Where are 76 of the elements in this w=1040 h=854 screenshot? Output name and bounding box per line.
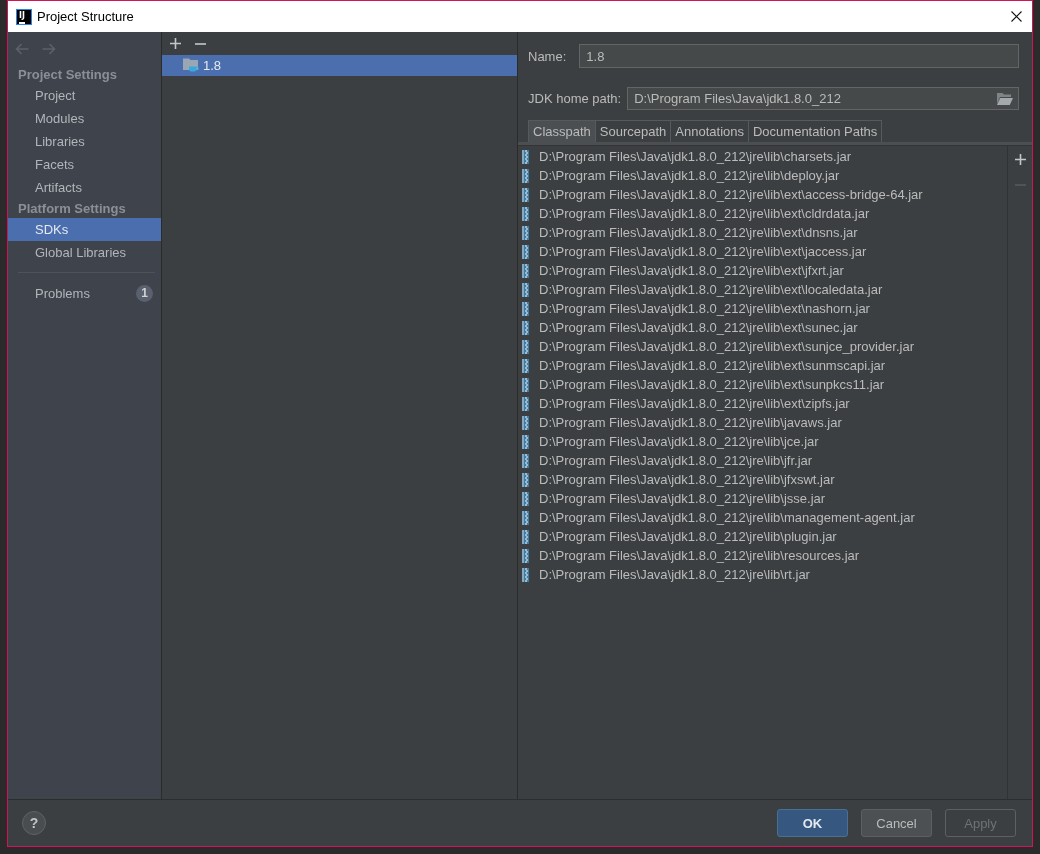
classpath-entry[interactable]: D:\Program Files\Java\jdk1.8.0_212\jre\lib\ext\localedata.jar	[539, 282, 883, 297]
classpath-entry[interactable]: D:\Program Files\Java\jdk1.8.0_212\jre\lib\rt.jar	[539, 567, 810, 582]
plus-icon[interactable]	[170, 38, 181, 49]
tab[interactable]: Sourcepath	[594, 120, 672, 142]
jar-file-icon	[522, 510, 529, 525]
jar-file-icon	[522, 225, 529, 240]
jar-file-icon	[522, 168, 529, 183]
classpath-entry[interactable]: D:\Program Files\Java\jdk1.8.0_212\jre\lib\jce.jar	[539, 434, 819, 449]
folder-icon[interactable]	[997, 92, 1013, 105]
jar-file-icon	[522, 263, 529, 278]
path-field[interactable]: D:\Program Files\Java\jdk1.8.0_212	[627, 87, 1019, 110]
section-header: Project Settings	[17, 66, 118, 84]
jar-file-icon	[522, 491, 529, 506]
classpath-entry[interactable]: D:\Program Files\Java\jdk1.8.0_212\jre\lib\ext\sunmscapi.jar	[539, 358, 886, 373]
classpath-entry[interactable]: D:\Program Files\Java\jdk1.8.0_212\jre\lib\ext\jaccess.jar	[539, 244, 867, 259]
help-button[interactable]: ?	[22, 811, 46, 835]
classpath-entry[interactable]: D:\Program Files\Java\jdk1.8.0_212\jre\lib\jsse.jar	[539, 491, 826, 506]
tab[interactable]: Documentation Paths	[748, 120, 883, 142]
classpath-entry[interactable]: D:\Program Files\Java\jdk1.8.0_212\jre\lib\ext\access-bridge-64.jar	[539, 187, 923, 202]
sidebar-item[interactable]: Problems 1	[8, 282, 161, 305]
jar-file-icon	[522, 206, 529, 221]
classpath-entry[interactable]: D:\Program Files\Java\jdk1.8.0_212\jre\lib\ext\sunpkcs11.jar	[539, 377, 885, 392]
minus-icon[interactable]	[195, 42, 206, 45]
classpath-entry[interactable]: D:\Program Files\Java\jdk1.8.0_212\jre\lib\javaws.jar	[539, 415, 842, 430]
jar-file-icon	[522, 377, 529, 392]
jar-file-icon	[522, 244, 529, 259]
jar-file-icon	[522, 282, 529, 297]
folder-icon	[183, 58, 199, 73]
sidebar-item[interactable]: Artifacts	[8, 176, 161, 199]
classpath-entry[interactable]: D:\Program Files\Java\jdk1.8.0_212\jre\lib\management-agent.jar	[539, 510, 915, 525]
jar-file-icon	[522, 434, 529, 449]
classpath-entry[interactable]: D:\Program Files\Java\jdk1.8.0_212\jre\lib\resources.jar	[539, 548, 860, 563]
jar-file-icon	[522, 453, 529, 468]
classpath-entry[interactable]: D:\Program Files\Java\jdk1.8.0_212\jre\lib\ext\jfxrt.jar	[539, 263, 844, 278]
sidebar-item[interactable]: Project	[8, 84, 161, 107]
classpath-entry[interactable]: D:\Program Files\Java\jdk1.8.0_212\jre\lib\ext\dnsns.jar	[539, 225, 858, 240]
jar-file-icon	[522, 358, 529, 373]
jar-file-icon	[522, 567, 529, 582]
jar-file-icon	[522, 149, 529, 164]
field-label: Name:	[528, 48, 567, 64]
classpath-entry[interactable]: D:\Program Files\Java\jdk1.8.0_212\jre\lib\jfr.jar	[539, 453, 813, 468]
classpath-entry[interactable]: D:\Program Files\Java\jdk1.8.0_212\jre\lib\ext\sunec.jar	[539, 320, 858, 335]
jar-file-icon	[522, 187, 529, 202]
window-title: Project Structure	[37, 9, 135, 24]
classpath-entry[interactable]: D:\Program Files\Java\jdk1.8.0_212\jre\lib\ext\cldrdata.jar	[539, 206, 870, 221]
plus-icon[interactable]	[1014, 154, 1026, 165]
sdk-tree-item[interactable]: 1.8	[162, 55, 517, 76]
app-logo: IJ	[16, 8, 32, 25]
jar-file-icon	[522, 396, 529, 411]
sidebar-item[interactable]: SDKs	[8, 218, 161, 241]
jar-file-icon	[522, 339, 529, 354]
dialog-button[interactable]: Cancel	[861, 809, 932, 837]
tab[interactable]: Classpath	[528, 120, 596, 142]
section-header: Platform Settings	[17, 200, 127, 218]
classpath-entry[interactable]: D:\Program Files\Java\jdk1.8.0_212\jre\lib\jfxswt.jar	[539, 472, 835, 487]
classpath-entry[interactable]: D:\Program Files\Java\jdk1.8.0_212\jre\lib\ext\zipfs.jar	[539, 396, 850, 411]
classpath-entry[interactable]: D:\Program Files\Java\jdk1.8.0_212\jre\lib\plugin.jar	[539, 529, 837, 544]
classpath-entry[interactable]: D:\Program Files\Java\jdk1.8.0_212\jre\lib\deploy.jar	[539, 168, 840, 183]
sidebar-item[interactable]: Modules	[8, 107, 161, 130]
jar-file-icon	[522, 472, 529, 487]
field-label: JDK home path:	[528, 91, 622, 106]
problem-count-badge: 1	[136, 285, 153, 302]
classpath-entry[interactable]: D:\Program Files\Java\jdk1.8.0_212\jre\lib\ext\sunjce_provider.jar	[539, 339, 914, 354]
dialog-button[interactable]: OK	[777, 809, 848, 837]
jar-file-icon	[522, 301, 529, 316]
jar-file-icon	[522, 320, 529, 335]
sidebar-item[interactable]: Global Libraries	[8, 241, 161, 264]
sidebar-item[interactable]: Libraries	[8, 130, 161, 153]
jar-file-icon	[522, 415, 529, 430]
close-icon[interactable]	[1011, 11, 1022, 22]
classpath-entry[interactable]: D:\Program Files\Java\jdk1.8.0_212\jre\lib\charsets.jar	[539, 149, 852, 164]
jar-file-icon	[522, 529, 529, 544]
classpath-entry[interactable]: D:\Program Files\Java\jdk1.8.0_212\jre\lib\ext\nashorn.jar	[539, 301, 870, 316]
sidebar-item[interactable]: Facets	[8, 153, 161, 176]
name-field[interactable]: 1.8	[579, 44, 1019, 68]
jar-file-icon	[522, 548, 529, 563]
